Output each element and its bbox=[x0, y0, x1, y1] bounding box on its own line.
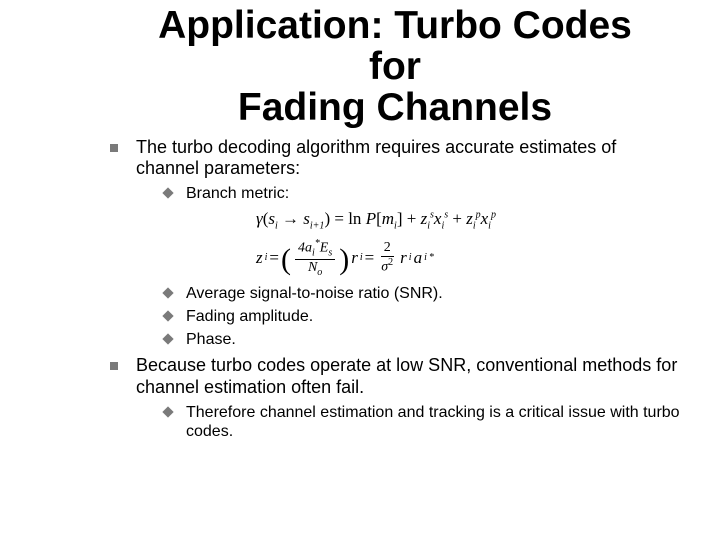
bullet-text: Therefore channel estimation and trackin… bbox=[186, 404, 680, 440]
sym-arrow: → bbox=[278, 209, 304, 228]
sym-zi-sub: i bbox=[265, 252, 268, 264]
sym-ai-sub: i bbox=[424, 252, 427, 264]
diamond-bullet-icon bbox=[162, 334, 173, 345]
sym-ri-sub: i bbox=[360, 252, 363, 264]
sym-xis-sub: i bbox=[441, 221, 444, 232]
title-line-2: for bbox=[369, 45, 421, 88]
fraction-2: 2 σ2 bbox=[378, 241, 396, 275]
fraction-2-num: 2 bbox=[381, 241, 394, 257]
sym-ri2-sub: i bbox=[409, 252, 412, 264]
sym-ai-sup: * bbox=[429, 252, 434, 264]
slide-body: The turbo decoding algorithm requires ac… bbox=[110, 137, 680, 441]
sym-zi: z bbox=[256, 248, 263, 268]
title-line-1: Application: Turbo Codes bbox=[158, 4, 632, 47]
sym-si: s bbox=[268, 209, 275, 228]
sym-Es-sub: s bbox=[328, 247, 332, 258]
bullet-text: Because turbo codes operate at low SNR, … bbox=[136, 355, 677, 397]
bullet-text: The turbo decoding algorithm requires ac… bbox=[136, 137, 616, 179]
sym-zip-sub: i bbox=[473, 221, 476, 232]
sym-gamma: γ bbox=[256, 209, 263, 228]
sym-ri2: r bbox=[400, 248, 407, 268]
sym-eq2: = bbox=[269, 248, 279, 268]
diamond-bullet-icon bbox=[162, 406, 173, 417]
sym-2: 2 bbox=[384, 240, 391, 255]
sym-plus2: + bbox=[448, 209, 466, 228]
diamond-bullet-icon bbox=[162, 187, 173, 198]
square-bullet-icon bbox=[110, 144, 118, 152]
sym-ai: a bbox=[414, 248, 423, 268]
sym-4ai: 4a bbox=[298, 240, 312, 255]
sym-eq3: = bbox=[365, 248, 375, 268]
sym-xip-sub: i bbox=[488, 221, 491, 232]
diamond-bullet-icon bbox=[162, 310, 173, 321]
bullet-level1: Because turbo codes operate at low SNR, … bbox=[110, 355, 680, 441]
bullet-level2: Branch metric: bbox=[164, 184, 680, 203]
bullet-text: Phase. bbox=[186, 331, 236, 348]
sym-No-sub: o bbox=[317, 267, 322, 278]
bullet-level2: Average signal-to-noise ratio (SNR). bbox=[164, 284, 680, 303]
sym-P: P bbox=[366, 209, 376, 228]
bullet-text: Branch metric: bbox=[186, 185, 289, 202]
sym-No: N bbox=[308, 260, 317, 275]
slide-title: Application: Turbo Codes for Fading Chan… bbox=[110, 6, 680, 129]
sym-zip: z bbox=[466, 209, 473, 228]
square-bullet-icon bbox=[110, 362, 118, 370]
sym-plus: + bbox=[402, 209, 420, 228]
bullet-level2: Therefore channel estimation and trackin… bbox=[164, 403, 680, 441]
sym-ln: ln bbox=[348, 209, 365, 228]
fraction-1-num: 4ai*Es bbox=[295, 239, 335, 260]
fraction-1: 4ai*Es No bbox=[295, 239, 335, 278]
formula-gamma: γ(si → si+1) = ln P[mi] + zisxis + zipxi… bbox=[256, 209, 680, 232]
bullet-level2: Phase. bbox=[164, 330, 680, 349]
formula-block: γ(si → si+1) = ln P[mi] + zisxis + zipxi… bbox=[256, 209, 680, 278]
sym-xip-sup: p bbox=[491, 210, 496, 221]
fraction-1-den: No bbox=[305, 260, 325, 278]
sym-mi: m bbox=[382, 209, 394, 228]
sym-ri: r bbox=[351, 248, 358, 268]
sym-zis-sub: i bbox=[427, 221, 430, 232]
bullet-text: Average signal-to-noise ratio (SNR). bbox=[186, 285, 443, 302]
formula-zi: zi = ( 4ai*Es No ) ri = bbox=[256, 239, 680, 278]
bullet-text: Fading amplitude. bbox=[186, 308, 313, 325]
bullet-level2: Fading amplitude. bbox=[164, 307, 680, 326]
title-line-3: Fading Channels bbox=[238, 86, 552, 129]
diamond-bullet-icon bbox=[162, 287, 173, 298]
fraction-2-den: σ2 bbox=[378, 257, 396, 275]
slide: Application: Turbo Codes for Fading Chan… bbox=[0, 6, 720, 540]
sym-si1-sub: i+1 bbox=[310, 221, 325, 232]
sym-si1: s bbox=[303, 209, 310, 228]
sym-eq: = bbox=[330, 209, 348, 228]
bullet-level1: The turbo decoding algorithm requires ac… bbox=[110, 137, 680, 350]
sym-sigma-sup: 2 bbox=[388, 257, 393, 268]
